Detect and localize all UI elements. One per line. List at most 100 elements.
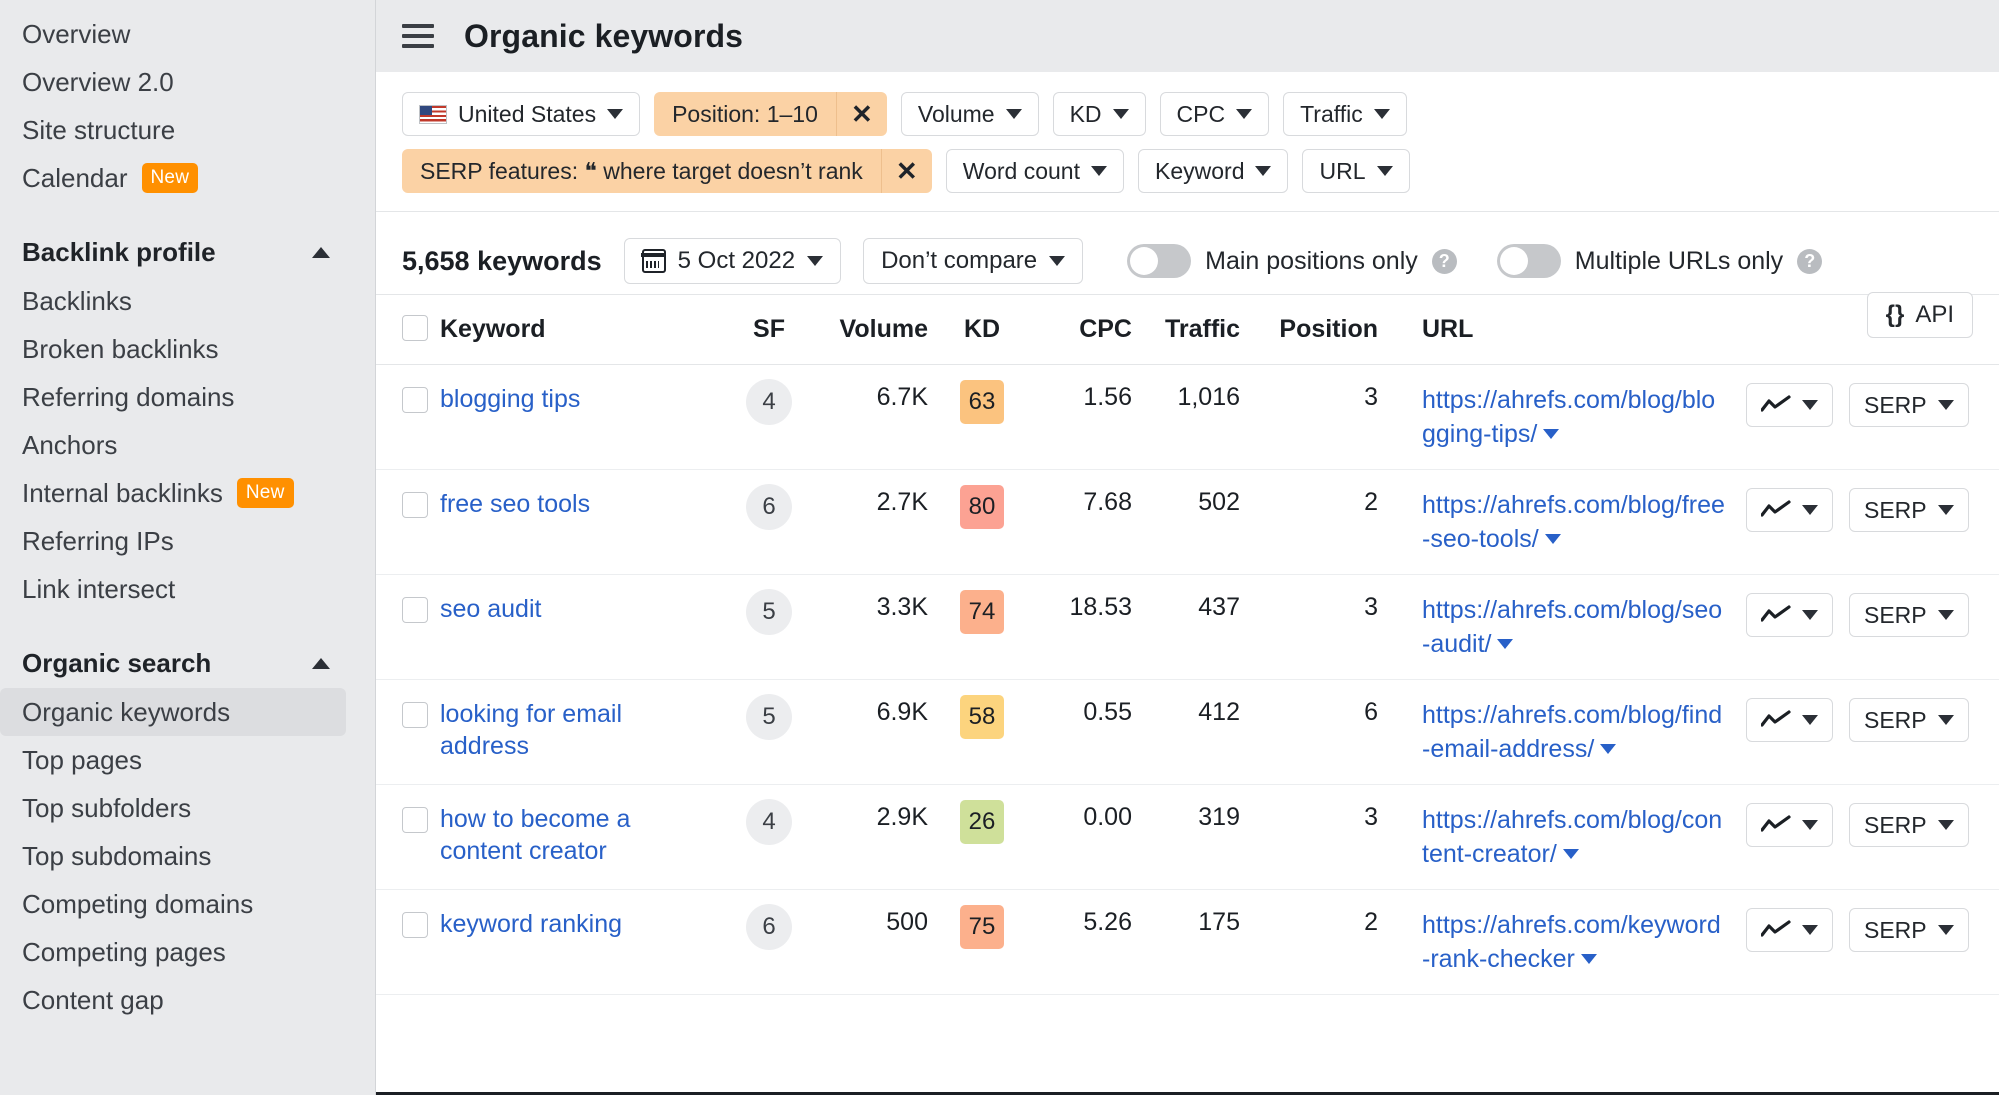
- chevron-down-icon[interactable]: [1544, 534, 1561, 544]
- keyword-link[interactable]: free seo tools: [440, 488, 590, 520]
- chevron-up-icon[interactable]: [312, 658, 330, 669]
- url-link[interactable]: https://ahrefs.com/blog/find-email-addre…: [1422, 701, 1722, 763]
- sf-badge[interactable]: 5: [746, 589, 792, 635]
- column-header-traffic[interactable]: Traffic: [1138, 294, 1248, 365]
- keyword-link[interactable]: blogging tips: [440, 383, 580, 415]
- sidebar-item-competing-domains[interactable]: Competing domains: [0, 880, 376, 928]
- main-positions-toggle[interactable]: [1127, 244, 1192, 278]
- sidebar-item-overview-2-0[interactable]: Overview 2.0: [0, 58, 376, 106]
- sidebar-item-overview[interactable]: Overview: [0, 10, 376, 58]
- row-checkbox[interactable]: [402, 912, 428, 938]
- chevron-down-icon[interactable]: [1580, 954, 1597, 964]
- sf-cell: 6: [714, 469, 824, 575]
- trend-chart-button[interactable]: [1746, 383, 1833, 427]
- serp-button[interactable]: SERP: [1849, 803, 1969, 847]
- filter-chip-position-1-10[interactable]: Position: 1–10 ✕: [654, 92, 887, 136]
- url-link[interactable]: https://ahrefs.com/blog/free-seo-tools/: [1422, 491, 1725, 553]
- column-header-url[interactable]: URL: [1398, 294, 1728, 365]
- multiple-urls-toggle[interactable]: [1496, 244, 1561, 278]
- url-link[interactable]: https://ahrefs.com/blog/seo-audit/: [1422, 596, 1722, 658]
- help-icon[interactable]: ?: [1431, 248, 1457, 274]
- hamburger-icon[interactable]: [402, 24, 434, 48]
- filter-chip-keyword[interactable]: Keyword: [1138, 149, 1289, 193]
- row-actions-cell: SERP: [1728, 469, 1999, 575]
- sidebar-item-top-subdomains[interactable]: Top subdomains: [0, 832, 376, 880]
- trend-chart-button[interactable]: [1746, 698, 1833, 742]
- filter-chip-kd[interactable]: KD: [1052, 92, 1146, 136]
- sidebar-item-calendar[interactable]: Calendar New: [0, 154, 376, 202]
- trend-chart-button[interactable]: [1746, 803, 1833, 847]
- sf-badge[interactable]: 6: [746, 904, 792, 950]
- sidebar-item-label: Link intersect: [22, 574, 176, 604]
- filter-chip-word-count[interactable]: Word count: [945, 149, 1124, 193]
- column-header-cpc[interactable]: CPC: [1028, 294, 1138, 365]
- close-icon[interactable]: ✕: [837, 92, 887, 136]
- compare-dropdown[interactable]: Don’t compare: [863, 238, 1084, 284]
- sf-badge[interactable]: 5: [746, 694, 792, 740]
- trend-line-icon: [1761, 395, 1791, 415]
- sidebar-group-label: Organic search: [22, 648, 212, 678]
- chevron-down-icon[interactable]: [1497, 639, 1514, 649]
- column-header-position[interactable]: Position: [1248, 294, 1398, 365]
- filter-chip-traffic[interactable]: Traffic: [1283, 92, 1407, 136]
- keyword-link[interactable]: keyword ranking: [440, 908, 622, 940]
- api-button[interactable]: {} API: [1866, 292, 1973, 338]
- sf-badge[interactable]: 4: [746, 379, 792, 425]
- sidebar-item-site-structure[interactable]: Site structure: [0, 106, 376, 154]
- sidebar-item-link-intersect[interactable]: Link intersect: [0, 565, 376, 613]
- row-checkbox[interactable]: [402, 807, 428, 833]
- sidebar-item-top-pages[interactable]: Top pages: [0, 736, 376, 784]
- sidebar-item-anchors[interactable]: Anchors: [0, 421, 376, 469]
- sidebar-item-top-subfolders[interactable]: Top subfolders: [0, 784, 376, 832]
- row-checkbox[interactable]: [402, 492, 428, 518]
- filter-chip-serp-features-where-target-doesn-t-rank[interactable]: SERP features: ❝ where target doesn’t ra…: [402, 149, 932, 193]
- trend-chart-button[interactable]: [1746, 593, 1833, 637]
- serp-button[interactable]: SERP: [1849, 488, 1969, 532]
- filter-chip-url[interactable]: URL: [1302, 149, 1410, 193]
- help-icon[interactable]: ?: [1797, 248, 1823, 274]
- row-checkbox[interactable]: [402, 387, 428, 413]
- sidebar-item-organic-keywords[interactable]: Organic keywords: [0, 688, 346, 736]
- url-link[interactable]: https://ahrefs.com/blog/blogging-tips/: [1422, 386, 1715, 448]
- date-picker-button[interactable]: 5 Oct 2022: [623, 238, 842, 284]
- trend-chart-button[interactable]: [1746, 488, 1833, 532]
- sidebar-item-content-gap[interactable]: Content gap: [0, 976, 376, 1024]
- row-checkbox[interactable]: [402, 702, 428, 728]
- keyword-link[interactable]: looking for email address: [440, 698, 714, 762]
- chevron-down-icon[interactable]: [1600, 744, 1617, 754]
- serp-button[interactable]: SERP: [1849, 383, 1969, 427]
- filter-chip-united-states[interactable]: United States: [402, 92, 641, 136]
- sf-cell: 5: [714, 574, 824, 680]
- column-header-sf[interactable]: SF: [714, 294, 824, 365]
- sf-badge[interactable]: 6: [746, 484, 792, 530]
- filter-chip-cpc[interactable]: CPC: [1159, 92, 1270, 136]
- sidebar-item-internal-backlinks[interactable]: Internal backlinks New: [0, 469, 376, 517]
- select-all-checkbox[interactable]: [402, 315, 428, 341]
- sidebar-item-competing-pages[interactable]: Competing pages: [0, 928, 376, 976]
- filter-chip-volume[interactable]: Volume: [900, 92, 1039, 136]
- serp-button[interactable]: SERP: [1849, 593, 1969, 637]
- serp-button[interactable]: SERP: [1849, 908, 1969, 952]
- url-link[interactable]: https://ahrefs.com/keyword-rank-checker: [1422, 911, 1721, 973]
- close-icon[interactable]: ✕: [882, 149, 932, 193]
- sidebar-item-broken-backlinks[interactable]: Broken backlinks: [0, 325, 376, 373]
- sidebar-item-backlinks[interactable]: Backlinks: [0, 277, 376, 325]
- column-header-keyword[interactable]: Keyword: [434, 294, 714, 365]
- chevron-up-icon[interactable]: [312, 247, 330, 258]
- column-header-volume[interactable]: Volume: [824, 294, 936, 365]
- column-header-kd[interactable]: KD: [936, 294, 1028, 365]
- chevron-down-icon: [1802, 400, 1818, 410]
- keyword-link[interactable]: how to become a content creator: [440, 803, 714, 867]
- chevron-down-icon[interactable]: [1562, 849, 1579, 859]
- chevron-down-icon[interactable]: [1543, 429, 1560, 439]
- sidebar-nav-list: Overview Overview 2.0 Site structure Calend…: [0, 10, 376, 1024]
- keyword-link[interactable]: seo audit: [440, 593, 541, 625]
- sidebar-item-referring-domains[interactable]: Referring domains: [0, 373, 376, 421]
- sf-badge[interactable]: 4: [746, 799, 792, 845]
- sidebar-item-referring-ips[interactable]: Referring IPs: [0, 517, 376, 565]
- sidebar-group-backlink-profile[interactable]: Backlink profile: [0, 228, 376, 277]
- row-checkbox[interactable]: [402, 597, 428, 623]
- trend-chart-button[interactable]: [1746, 908, 1833, 952]
- sidebar-group-organic-search[interactable]: Organic search: [0, 639, 376, 688]
- serp-button[interactable]: SERP: [1849, 698, 1969, 742]
